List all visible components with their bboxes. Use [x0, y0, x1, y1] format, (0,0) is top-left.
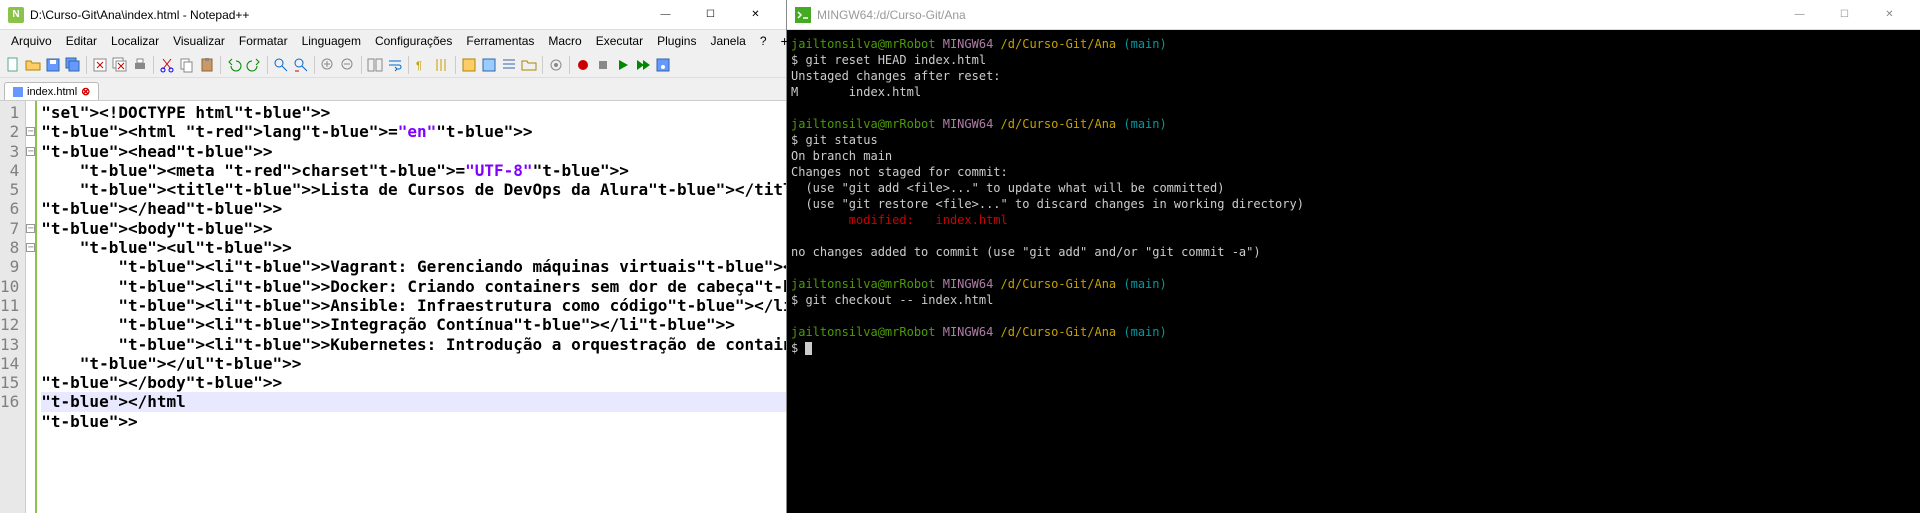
- replace-icon[interactable]: [292, 56, 310, 74]
- wrap-icon[interactable]: [386, 56, 404, 74]
- close-button[interactable]: ✕: [733, 1, 778, 29]
- tab-label: index.html: [27, 86, 77, 98]
- terminal-output[interactable]: jailtonsilva@mrRobot MINGW64 /d/Curso-Gi…: [787, 30, 1920, 513]
- svg-text:¶: ¶: [416, 60, 422, 72]
- menu-help[interactable]: ?: [753, 32, 774, 50]
- print-icon[interactable]: [131, 56, 149, 74]
- save-macro-icon[interactable]: [654, 56, 672, 74]
- term-minimize-button[interactable]: —: [1777, 1, 1822, 29]
- notepadpp-window: N D:\Curso-Git\Ana\index.html - Notepad+…: [0, 0, 787, 513]
- menu-linguagem[interactable]: Linguagem: [295, 32, 368, 50]
- tab-close-icon[interactable]: ⊗: [81, 85, 90, 98]
- func-list-icon[interactable]: [500, 56, 518, 74]
- menu-configuracoes[interactable]: Configurações: [368, 32, 459, 50]
- code-area[interactable]: "sel"><!DOCTYPE html"t-blue">> "t-blue">…: [37, 101, 786, 513]
- lang-icon[interactable]: [460, 56, 478, 74]
- tab-index-html[interactable]: index.html ⊗: [4, 82, 99, 100]
- file-status-icon: [13, 87, 23, 97]
- menu-plugins[interactable]: Plugins: [650, 32, 703, 50]
- zoom-out-icon[interactable]: [339, 56, 357, 74]
- sync-scroll-icon[interactable]: [366, 56, 384, 74]
- terminal-window: MINGW64:/d/Curso-Git/Ana — ☐ ✕ jailtonsi…: [787, 0, 1920, 513]
- menu-janela[interactable]: Janela: [703, 32, 752, 50]
- find-icon[interactable]: [272, 56, 290, 74]
- terminal-title: MINGW64:/d/Curso-Git/Ana: [817, 8, 1777, 22]
- menu-editar[interactable]: Editar: [59, 32, 104, 50]
- zoom-in-icon[interactable]: [319, 56, 337, 74]
- terminal-icon: [795, 7, 811, 23]
- menu-ferramentas[interactable]: Ferramentas: [459, 32, 541, 50]
- editor[interactable]: 1 2 3 4 5 6 7 8 9 10 11 12 13 14 15 16 −…: [0, 100, 786, 513]
- toolbar: ¶: [0, 52, 786, 78]
- indent-guide-icon[interactable]: [433, 56, 451, 74]
- folder-panel-icon[interactable]: [520, 56, 538, 74]
- term-close-button[interactable]: ✕: [1867, 1, 1912, 29]
- menu-executar[interactable]: Executar: [589, 32, 650, 50]
- save-all-icon[interactable]: [64, 56, 82, 74]
- undo-icon[interactable]: [225, 56, 243, 74]
- doc-map-icon[interactable]: [480, 56, 498, 74]
- play-macro-icon[interactable]: [614, 56, 632, 74]
- window-title: D:\Curso-Git\Ana\index.html - Notepad++: [30, 8, 643, 22]
- record-macro-icon[interactable]: [574, 56, 592, 74]
- app-icon: N: [8, 7, 24, 23]
- stop-macro-icon[interactable]: [594, 56, 612, 74]
- redo-icon[interactable]: [245, 56, 263, 74]
- close-all-icon[interactable]: [111, 56, 129, 74]
- paste-icon[interactable]: [198, 56, 216, 74]
- term-maximize-button[interactable]: ☐: [1822, 1, 1867, 29]
- cut-icon[interactable]: [158, 56, 176, 74]
- copy-icon[interactable]: [178, 56, 196, 74]
- line-numbers: 1 2 3 4 5 6 7 8 9 10 11 12 13 14 15 16: [0, 101, 26, 513]
- terminal-titlebar: MINGW64:/d/Curso-Git/Ana — ☐ ✕: [787, 0, 1920, 30]
- menu-formatar[interactable]: Formatar: [232, 32, 295, 50]
- titlebar: N D:\Curso-Git\Ana\index.html - Notepad+…: [0, 0, 786, 30]
- fold-column[interactable]: −−−−: [26, 101, 37, 513]
- menu-visualizar[interactable]: Visualizar: [166, 32, 232, 50]
- save-icon[interactable]: [44, 56, 62, 74]
- open-file-icon[interactable]: [24, 56, 42, 74]
- new-file-icon[interactable]: [4, 56, 22, 74]
- tabbar: index.html ⊗: [0, 78, 786, 100]
- menu-macro[interactable]: Macro: [541, 32, 588, 50]
- show-chars-icon[interactable]: ¶: [413, 56, 431, 74]
- menubar: Arquivo Editar Localizar Visualizar Form…: [0, 30, 786, 52]
- maximize-button[interactable]: ☐: [688, 1, 733, 29]
- close-file-icon[interactable]: [91, 56, 109, 74]
- menu-localizar[interactable]: Localizar: [104, 32, 166, 50]
- minimize-button[interactable]: —: [643, 1, 688, 29]
- monitor-icon[interactable]: [547, 56, 565, 74]
- menu-arquivo[interactable]: Arquivo: [4, 32, 59, 50]
- play-multi-icon[interactable]: [634, 56, 652, 74]
